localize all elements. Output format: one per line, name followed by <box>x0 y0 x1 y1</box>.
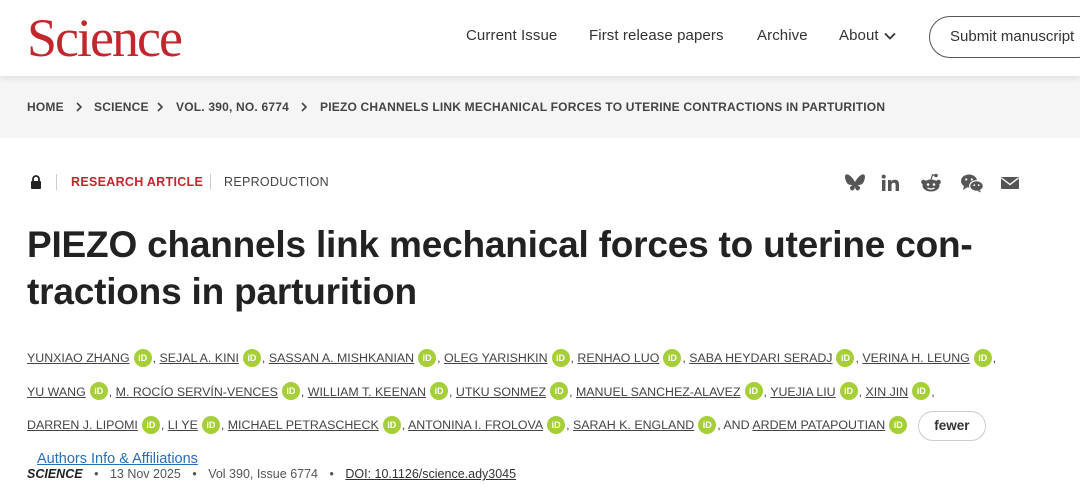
orcid-icon[interactable]: iD <box>201 415 220 434</box>
breadcrumb-current: PIEZO CHANNELS LINK MECHANICAL FORCES TO… <box>320 100 886 114</box>
nav-archive[interactable]: Archive <box>757 27 808 44</box>
share-bluesky[interactable] <box>843 171 867 195</box>
author-link[interactable]: SARAH K. ENGLAND <box>573 418 694 432</box>
nav-current-issue[interactable]: Current Issue <box>466 27 557 44</box>
reddit-icon <box>921 173 941 192</box>
author-link[interactable]: ANTONINA I. FROLOVA <box>408 418 543 432</box>
article-type: RESEARCH ARTICLE <box>71 175 204 189</box>
citation-line: SCIENCE • 13 Nov 2025 • Vol 390, Issue 6… <box>27 467 516 481</box>
breadcrumb-science[interactable]: SCIENCE <box>94 100 149 114</box>
orcid-icon[interactable]: iD <box>141 415 160 434</box>
author-separator: , <box>569 384 576 399</box>
fewer-authors-button[interactable]: fewer <box>918 410 986 441</box>
citation-doi-link[interactable]: DOI: 10.1126/science.ady3045 <box>345 467 516 481</box>
orcid-icon[interactable]: iD <box>836 348 855 367</box>
science-logo[interactable]: Science <box>27 8 183 68</box>
orcid-icon[interactable]: iD <box>744 382 763 401</box>
orcid-icon[interactable]: iD <box>550 382 569 401</box>
author-link[interactable]: OLEG YARISHKIN <box>444 351 548 365</box>
authors-info-affiliations-link[interactable]: Authors Info & Affiliations <box>37 451 198 467</box>
breadcrumb-volume[interactable]: VOL. 390, NO. 6774 <box>176 100 289 114</box>
author-link[interactable]: VERINA H. LEUNG <box>862 351 969 365</box>
orcid-icon[interactable]: iD <box>547 415 566 434</box>
orcid-icon[interactable]: iD <box>698 415 717 434</box>
author-separator: , <box>220 418 228 432</box>
share-email[interactable] <box>998 171 1022 195</box>
author-link[interactable]: UTKU SONMEZ <box>456 385 546 399</box>
citation-date: 13 Nov 2025 <box>109 467 181 481</box>
author-separator: , <box>858 384 866 399</box>
author-link[interactable]: DARREN J. LIPOMI <box>27 418 138 432</box>
author-separator: , <box>261 351 269 365</box>
orcid-icon[interactable]: iD <box>281 382 300 401</box>
author-link[interactable]: SABA HEYDARI SERADJ <box>689 351 832 365</box>
author-link[interactable]: SASSAN A. MISHKANIAN <box>269 351 414 365</box>
orcid-icon[interactable]: iD <box>89 382 108 401</box>
nav-about[interactable]: About <box>839 27 897 44</box>
author-link[interactable]: SEJAL A. KINI <box>159 351 238 365</box>
wechat-icon <box>961 174 984 193</box>
orcid-icon[interactable]: iD <box>663 348 682 367</box>
bluesky-icon <box>845 174 865 191</box>
author-link[interactable]: MICHAEL PETRASCHECK <box>228 418 379 432</box>
chevron-down-icon <box>884 32 896 40</box>
share-linkedin[interactable] <box>879 171 903 195</box>
author-separator: , <box>300 384 308 399</box>
orcid-icon[interactable]: iD <box>912 382 931 401</box>
author-and: AND <box>723 418 750 432</box>
orcid-icon[interactable]: iD <box>242 348 261 367</box>
author-list: YUNXIAO ZHANG iD, SEJAL A. KINI iD, SASSAN… <box>27 342 1037 476</box>
author-link[interactable]: RENHAO LUO <box>577 351 659 365</box>
linkedin-icon <box>881 174 899 191</box>
author-separator: , <box>992 351 997 365</box>
author-separator: , <box>160 418 168 432</box>
orcid-icon[interactable]: iD <box>418 348 437 367</box>
citation-journal: SCIENCE <box>27 467 83 481</box>
author-separator: , <box>931 384 935 399</box>
share-reddit[interactable] <box>919 171 943 195</box>
chevron-right-icon <box>301 102 308 112</box>
breadcrumb-home[interactable]: HOME <box>27 100 64 114</box>
breadcrumb: HOME SCIENCE VOL. 390, NO. 6774 PIEZO CH… <box>0 76 1080 138</box>
author-link[interactable]: YUEJIA LIU <box>770 385 835 399</box>
author-link[interactable]: LI YE <box>168 418 198 432</box>
citation-separator: • <box>94 467 99 481</box>
author-link[interactable]: ARDEM PATAPOUTIAN <box>752 418 885 432</box>
author-link[interactable]: M. ROCÍO SERVÍN-VENCES <box>116 385 278 399</box>
author-link[interactable]: XIN JIN <box>866 385 909 399</box>
lock-icon <box>31 175 41 189</box>
author-link[interactable]: WILLIAM T. KEENAN <box>308 385 426 399</box>
share-wechat[interactable] <box>960 171 984 195</box>
author-link[interactable]: YUNXIAO ZHANG <box>27 351 130 365</box>
divider <box>210 174 211 190</box>
chevron-right-icon <box>76 102 83 112</box>
author-link[interactable]: YU WANG <box>27 385 86 399</box>
citation-volume: Vol 390, Issue 6774 <box>208 467 318 481</box>
orcid-icon[interactable]: iD <box>133 348 152 367</box>
orcid-icon[interactable]: iD <box>889 415 908 434</box>
site-header: Science Current Issue First release pape… <box>0 0 1080 76</box>
orcid-icon[interactable]: iD <box>382 415 401 434</box>
author-separator: , <box>449 384 456 399</box>
chevron-right-icon <box>157 102 164 112</box>
author-separator: , <box>437 351 444 365</box>
divider <box>56 174 57 190</box>
orcid-icon[interactable]: iD <box>973 348 992 367</box>
email-icon <box>1001 177 1019 189</box>
author-link[interactable]: MANUEL SANCHEZ-ALAVEZ <box>576 385 741 399</box>
submit-manuscript-button[interactable]: Submit manuscript <box>929 16 1080 58</box>
author-separator: , <box>108 384 116 399</box>
citation-separator: • <box>329 467 334 481</box>
orcid-icon[interactable]: iD <box>551 348 570 367</box>
nav-about-label: About <box>839 27 879 44</box>
nav-first-release-papers[interactable]: First release papers <box>589 27 724 44</box>
article-title: PIEZO channels link mechanical forces to… <box>27 224 973 312</box>
orcid-icon[interactable]: iD <box>839 382 858 401</box>
article-subject[interactable]: REPRODUCTION <box>224 175 329 189</box>
citation-separator: • <box>192 467 197 481</box>
orcid-icon[interactable]: iD <box>430 382 448 401</box>
author-separator: , <box>566 418 574 432</box>
